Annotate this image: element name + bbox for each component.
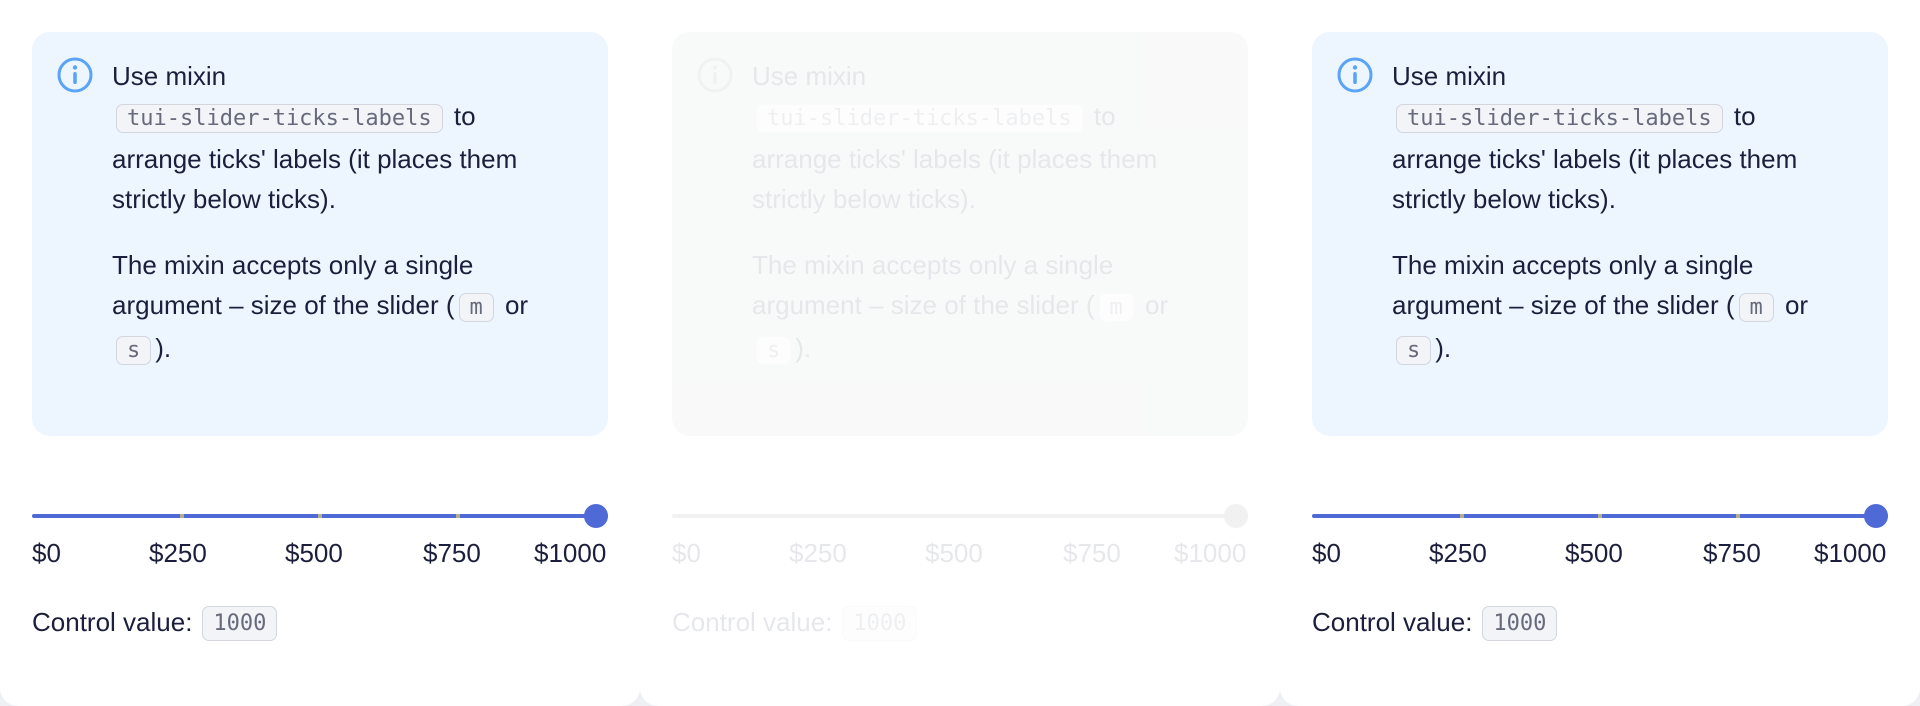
slider-tick — [1460, 514, 1464, 518]
control-value: Control value: 1000 — [32, 600, 281, 646]
tick-label: $0 — [1312, 538, 1341, 568]
slider-thumb — [1224, 504, 1248, 528]
notice-text: ). — [1435, 333, 1452, 363]
slider-track — [672, 514, 1248, 518]
slider-tick — [180, 514, 184, 518]
range-slider[interactable] — [1312, 500, 1888, 532]
tick-label: $1000 — [1814, 538, 1887, 568]
notice-text: or — [1777, 290, 1809, 320]
notice-paragraph-1: Use mixin tui-slider-ticks-labels to arr… — [112, 56, 580, 219]
control-value-code: 1000 — [842, 606, 918, 642]
info-notice: Use mixin tui-slider-ticks-labels to arr… — [672, 32, 1248, 436]
slider-tick — [1598, 514, 1602, 518]
notice-text: arrange ticks' labels (it places them st… — [112, 144, 518, 214]
notice-paragraph-2: The mixin accepts only a single argument… — [752, 245, 1220, 371]
range-slider[interactable] — [32, 500, 608, 532]
tick-label: $750 — [1063, 538, 1121, 568]
info-icon — [1337, 57, 1373, 93]
tick-labels: $0 $250 $500 $750 $1000 — [1312, 533, 1888, 573]
notice-text: or — [1137, 290, 1169, 320]
tick-label: $750 — [1703, 538, 1761, 568]
notice-text: to — [1726, 101, 1756, 131]
tick-label: $250 — [149, 538, 207, 568]
info-icon — [697, 57, 733, 93]
notice-text: to — [1086, 101, 1116, 131]
tick-label: $500 — [285, 538, 343, 568]
control-value: Control value: 1000 — [672, 600, 921, 646]
control-value-code: 1000 — [1482, 606, 1558, 642]
mixin-code: tui-slider-ticks-labels — [1396, 104, 1723, 133]
notice-paragraph-2: The mixin accepts only a single argument… — [112, 245, 580, 371]
slider-tick — [318, 514, 322, 518]
notice-paragraph-2: The mixin accepts only a single argument… — [1392, 245, 1860, 371]
tick-labels: $0 $250 $500 $750 $1000 — [672, 533, 1248, 573]
tick-label: $750 — [423, 538, 481, 568]
slider-tick — [1736, 514, 1740, 518]
mixin-code: tui-slider-ticks-labels — [116, 104, 443, 133]
mixin-code: tui-slider-ticks-labels — [756, 104, 1083, 133]
tick-label: $250 — [1429, 538, 1487, 568]
tick-label: $500 — [1565, 538, 1623, 568]
size-code-s: s — [756, 336, 792, 365]
notice-text: The mixin accepts only a single argument… — [112, 250, 474, 320]
notice-paragraph-1: Use mixin tui-slider-ticks-labels to arr… — [1392, 56, 1860, 219]
notice-text: arrange ticks' labels (it places them st… — [752, 144, 1158, 214]
slider-thumb[interactable] — [1864, 504, 1888, 528]
tick-label: $1000 — [534, 538, 607, 568]
notice-text: Use mixin — [1392, 61, 1507, 91]
notice-text: to — [446, 101, 476, 131]
notice-text: ). — [795, 333, 812, 363]
tick-label: $1000 — [1174, 538, 1247, 568]
range-slider-disabled — [672, 500, 1248, 532]
notice-text: The mixin accepts only a single argument… — [752, 250, 1114, 320]
notice-text: or — [497, 290, 529, 320]
slider-thumb[interactable] — [584, 504, 608, 528]
size-code-m: m — [1098, 293, 1134, 322]
size-code-m: m — [458, 293, 494, 322]
notice-text: ). — [155, 333, 172, 363]
size-code-m: m — [1738, 293, 1774, 322]
info-notice: Use mixin tui-slider-ticks-labels to arr… — [32, 32, 608, 436]
notice-paragraph-1: Use mixin tui-slider-ticks-labels to arr… — [752, 56, 1220, 219]
tick-label: $0 — [32, 538, 61, 568]
info-notice: Use mixin tui-slider-ticks-labels to arr… — [1312, 32, 1888, 436]
demo-stage: Use mixin tui-slider-ticks-labels to arr… — [0, 0, 1920, 706]
control-value-label: Control value: — [672, 607, 833, 637]
size-code-s: s — [116, 336, 152, 365]
tick-label: $250 — [789, 538, 847, 568]
notice-text: Use mixin — [752, 61, 867, 91]
info-icon — [57, 57, 93, 93]
tick-label: $500 — [925, 538, 983, 568]
notice-text: Use mixin — [112, 61, 227, 91]
size-code-s: s — [1396, 336, 1432, 365]
tick-labels: $0 $250 $500 $750 $1000 — [32, 533, 608, 573]
slider-tick — [456, 514, 460, 518]
notice-text: arrange ticks' labels (it places them st… — [1392, 144, 1798, 214]
control-value-label: Control value: — [1312, 607, 1473, 637]
notice-text: The mixin accepts only a single argument… — [1392, 250, 1754, 320]
control-value: Control value: 1000 — [1312, 600, 1561, 646]
tick-label: $0 — [672, 538, 701, 568]
control-value-label: Control value: — [32, 607, 193, 637]
control-value-code: 1000 — [202, 606, 278, 642]
